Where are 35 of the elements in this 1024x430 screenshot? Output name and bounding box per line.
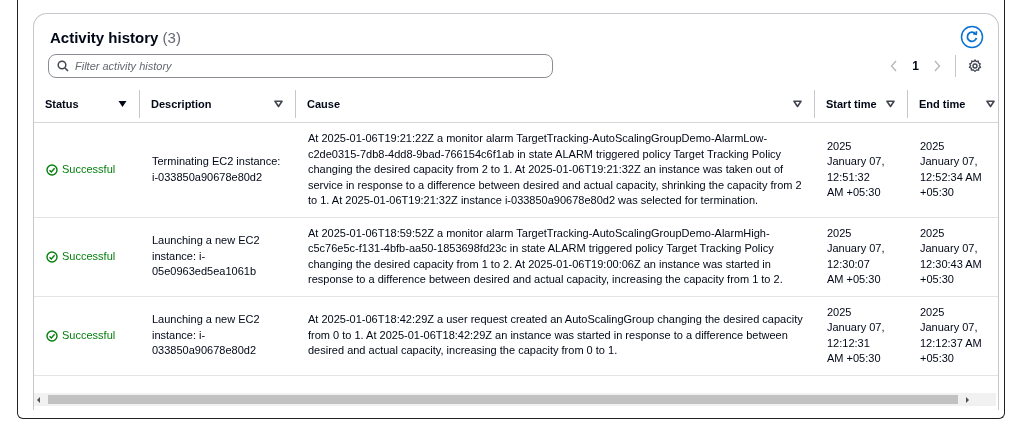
sort-icon[interactable] bbox=[118, 100, 127, 108]
column-header[interactable]: Description bbox=[151, 97, 270, 111]
status-text: Successful bbox=[62, 162, 116, 177]
sort-icon[interactable] bbox=[886, 100, 895, 108]
table-cell-text: Launching a new EC2 instance: i-05e0963ed5ea1061b bbox=[152, 233, 261, 280]
table-cell: 2025 January 07, 12:52:34 AM +05:30 bbox=[920, 138, 982, 201]
table-cell-text: At 2025-01-06T18:42:29Z a user request created an AutoScalingGroup changing the desired capacity from 0 to 1. At 2025-01-06T18:42:29Z an instance was started in response to a difference between desired and actual capacity, increasing the capacity from 0 to 1. bbox=[308, 312, 804, 359]
check-circle-icon bbox=[46, 163, 58, 176]
table-cell-text: 2025 January 07, 12:30:43 AM +05:30 bbox=[920, 225, 982, 287]
search-field[interactable]: Filter activity history bbox=[48, 54, 553, 78]
column-header[interactable]: Start time bbox=[826, 97, 882, 111]
column-header[interactable]: End time bbox=[919, 97, 982, 111]
status-text: Successful bbox=[62, 327, 116, 343]
table-cell: 2025 January 07, 12:51:32 AM +05:30 bbox=[827, 138, 885, 201]
sort-icon[interactable] bbox=[793, 100, 802, 108]
sort-icon[interactable] bbox=[274, 100, 283, 108]
table-cell-text: At 2025-01-06T19:21:22Z a monitor alarm TargetTracking-AutoScalingGroupDemo-AlarmLow-c2de0315-7db8-4dd8-9bad-766154c6f1ab in state ALARM triggered policy Target Tracking Policy changing the desired capacity from 2 to 1. At 2025-01-06T19:21:32Z an instance was taken out of service in response to a difference between desired and actual capacity, shrinking the capacity from 2 to 1. At 2025-01-06T19:21:32Z instance i-033850a90678e80d2 was selected for termination. bbox=[308, 131, 803, 208]
search-icon bbox=[57, 60, 69, 72]
page-number[interactable]: 1 bbox=[908, 59, 923, 73]
table-cell-text: 2025 January 07, 12:12:37 AM +05:30 bbox=[920, 304, 982, 366]
horizontal-scrollbar[interactable] bbox=[34, 393, 996, 406]
table-cell-text: 2025 January 07, 12:12:31 AM +05:30 bbox=[827, 304, 885, 366]
sort-icon[interactable] bbox=[986, 100, 995, 108]
table-cell-text: Launching a new EC2 instance: i-033850a90678e80d2 bbox=[152, 312, 261, 359]
settings-icon[interactable] bbox=[968, 59, 982, 73]
column-header[interactable]: Status bbox=[45, 97, 114, 111]
status-text: Successful bbox=[62, 248, 116, 264]
table-cell-text: At 2025-01-06T18:59:52Z a monitor alarm TargetTracking-AutoScalingGroupDemo-AlarmHigh-c5c76e5c-f131-4bfb-aa50-1853698fd23c in state ALARM triggered policy Target Tracking Policy changing the desired capacity from 1 to 2. At 2025-01-06T19:00:06Z an instance was started in response to a difference between desired and actual capacity, increasing the capacity from 1 to 2. bbox=[308, 225, 784, 287]
table-cell-text: 2025 January 07, 12:30:07 AM +05:30 bbox=[827, 225, 885, 287]
check-circle-icon bbox=[46, 329, 58, 342]
refresh-button[interactable] bbox=[960, 25, 984, 49]
check-circle-icon bbox=[46, 250, 58, 263]
column-header[interactable]: Cause bbox=[307, 97, 789, 111]
table-cell-text: Terminating EC2 instance: i-033850a90678e80d2 bbox=[152, 154, 282, 185]
section-title: Activity history (3) bbox=[50, 28, 181, 46]
